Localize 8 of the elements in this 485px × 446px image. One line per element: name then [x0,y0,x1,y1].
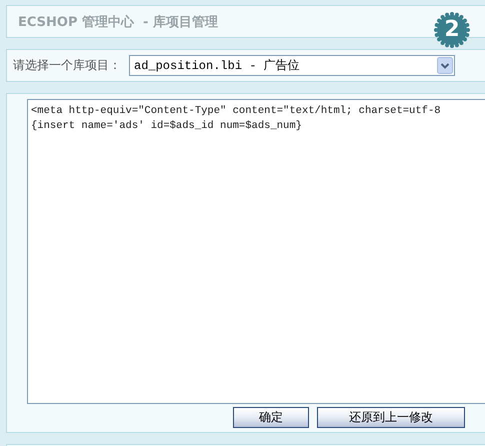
code-editor-field[interactable]: <meta http-equiv="Content-Type" content="text/html; charset=utf-8 {insert name='ads' id=$ads_id num=$ads_num} [27,99,485,404]
library-select[interactable]: ad_position.lbi - 广告位 [129,55,455,76]
confirm-button[interactable]: 确定 [233,407,309,428]
page-title: ECSHOP 管理中心 - 库项目管理 [18,14,218,30]
restore-button[interactable]: 还原到上一修改 [317,407,465,428]
step-badge: 2 [434,12,470,48]
select-label: 请选择一个库项目： [13,57,121,74]
dropdown-caret-icon[interactable] [437,57,453,74]
